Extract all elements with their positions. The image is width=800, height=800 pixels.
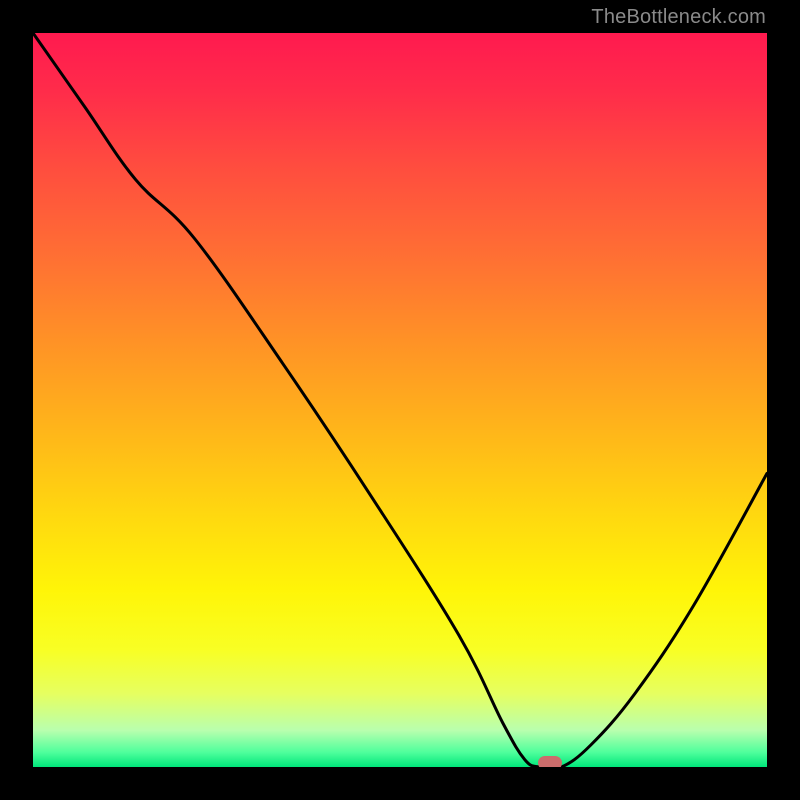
plot-area bbox=[33, 33, 767, 767]
watermark-text: TheBottleneck.com bbox=[591, 6, 766, 29]
optimum-marker bbox=[538, 756, 562, 767]
bottleneck-curve bbox=[33, 33, 767, 767]
chart-frame: TheBottleneck.com bbox=[0, 0, 800, 800]
